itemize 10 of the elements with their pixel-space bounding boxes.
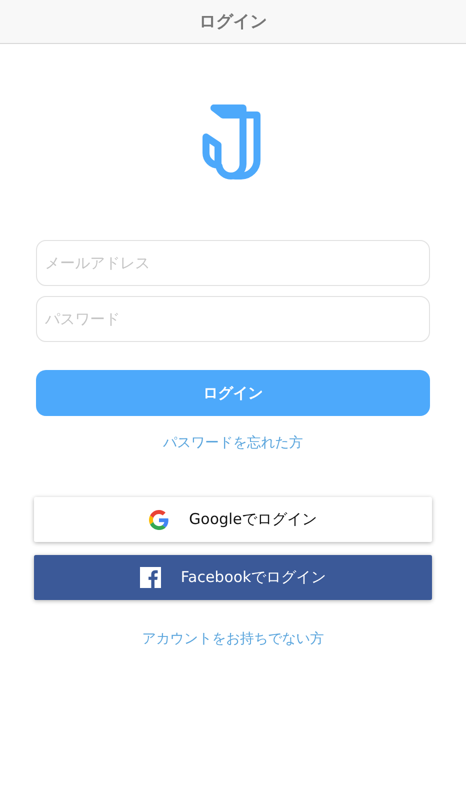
page-title: ログイン — [199, 11, 267, 33]
login-button[interactable]: ログイン — [36, 370, 430, 416]
signup-link[interactable]: アカウントをお持ちでない方 — [142, 630, 324, 648]
google-icon — [149, 510, 170, 530]
facebook-icon — [140, 567, 161, 588]
facebook-login-button[interactable]: Facebookでログイン — [34, 555, 432, 600]
email-field[interactable]: メールアドレス — [36, 240, 430, 286]
forgot-password-link[interactable]: パスワードを忘れた方 — [163, 434, 303, 452]
password-field[interactable]: パスワード — [36, 296, 430, 342]
google-login-button[interactable]: Googleでログイン — [34, 497, 432, 542]
